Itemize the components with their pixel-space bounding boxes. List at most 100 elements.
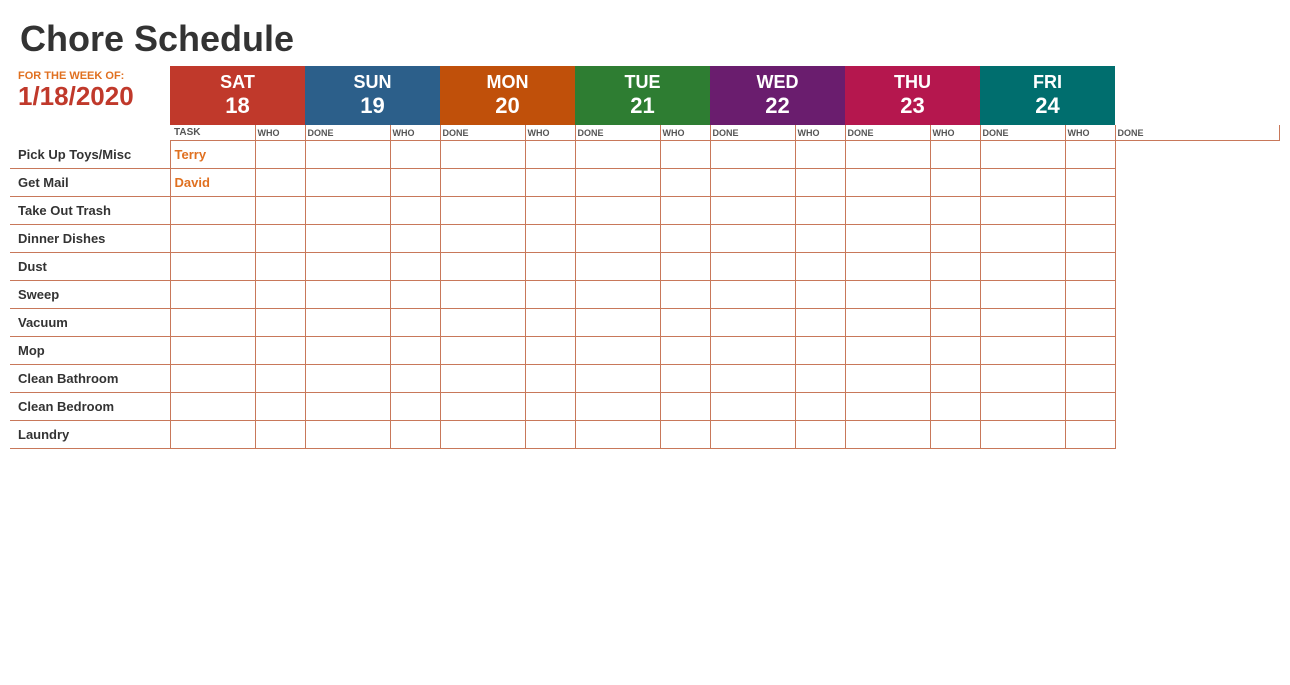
sun-who-cell[interactable] bbox=[305, 252, 390, 280]
wed-who-cell[interactable] bbox=[710, 252, 795, 280]
fri-who-cell[interactable] bbox=[980, 336, 1065, 364]
thu-who-cell[interactable] bbox=[845, 392, 930, 420]
sun-who-cell[interactable] bbox=[305, 224, 390, 252]
sat-who-cell[interactable] bbox=[170, 280, 255, 308]
mon-done-cell[interactable] bbox=[525, 364, 575, 392]
mon-done-cell[interactable] bbox=[525, 168, 575, 196]
sat-who-cell[interactable] bbox=[170, 252, 255, 280]
thu-done-cell[interactable] bbox=[930, 252, 980, 280]
wed-done-cell[interactable] bbox=[795, 141, 845, 169]
mon-done-cell[interactable] bbox=[525, 308, 575, 336]
sun-who-cell[interactable] bbox=[305, 196, 390, 224]
tue-who-cell[interactable] bbox=[575, 168, 660, 196]
wed-done-cell[interactable] bbox=[795, 280, 845, 308]
wed-done-cell[interactable] bbox=[795, 420, 845, 448]
tue-who-cell[interactable] bbox=[575, 364, 660, 392]
tue-who-cell[interactable] bbox=[575, 420, 660, 448]
sat-who-cell[interactable] bbox=[170, 420, 255, 448]
thu-done-cell[interactable] bbox=[930, 308, 980, 336]
mon-who-cell[interactable] bbox=[440, 336, 525, 364]
wed-who-cell[interactable] bbox=[710, 280, 795, 308]
mon-who-cell[interactable] bbox=[440, 224, 525, 252]
sun-done-cell[interactable] bbox=[390, 280, 440, 308]
tue-done-cell[interactable] bbox=[660, 336, 710, 364]
sun-done-cell[interactable] bbox=[390, 392, 440, 420]
thu-who-cell[interactable] bbox=[845, 224, 930, 252]
wed-done-cell[interactable] bbox=[795, 364, 845, 392]
thu-who-cell[interactable] bbox=[845, 196, 930, 224]
sat-who-cell[interactable] bbox=[170, 224, 255, 252]
sun-who-cell[interactable] bbox=[305, 280, 390, 308]
sat-done-cell[interactable] bbox=[255, 224, 305, 252]
sat-done-cell[interactable] bbox=[255, 308, 305, 336]
tue-who-cell[interactable] bbox=[575, 252, 660, 280]
sat-done-cell[interactable] bbox=[255, 420, 305, 448]
sat-who-cell[interactable] bbox=[170, 308, 255, 336]
sun-done-cell[interactable] bbox=[390, 308, 440, 336]
sat-done-cell[interactable] bbox=[255, 364, 305, 392]
thu-done-cell[interactable] bbox=[930, 224, 980, 252]
wed-done-cell[interactable] bbox=[795, 168, 845, 196]
mon-who-cell[interactable] bbox=[440, 196, 525, 224]
thu-who-cell[interactable] bbox=[845, 336, 930, 364]
fri-who-cell[interactable] bbox=[980, 141, 1065, 169]
thu-who-cell[interactable] bbox=[845, 308, 930, 336]
wed-who-cell[interactable] bbox=[710, 420, 795, 448]
sat-done-cell[interactable] bbox=[255, 141, 305, 169]
sun-done-cell[interactable] bbox=[390, 224, 440, 252]
tue-who-cell[interactable] bbox=[575, 392, 660, 420]
fri-done-cell[interactable] bbox=[1065, 280, 1115, 308]
mon-done-cell[interactable] bbox=[525, 420, 575, 448]
fri-who-cell[interactable] bbox=[980, 196, 1065, 224]
thu-who-cell[interactable] bbox=[845, 141, 930, 169]
sat-who-cell[interactable] bbox=[170, 196, 255, 224]
sun-done-cell[interactable] bbox=[390, 168, 440, 196]
mon-done-cell[interactable] bbox=[525, 280, 575, 308]
thu-done-cell[interactable] bbox=[930, 141, 980, 169]
thu-who-cell[interactable] bbox=[845, 280, 930, 308]
fri-done-cell[interactable] bbox=[1065, 141, 1115, 169]
mon-who-cell[interactable] bbox=[440, 392, 525, 420]
sat-done-cell[interactable] bbox=[255, 252, 305, 280]
sun-who-cell[interactable] bbox=[305, 364, 390, 392]
wed-who-cell[interactable] bbox=[710, 224, 795, 252]
sun-done-cell[interactable] bbox=[390, 252, 440, 280]
fri-done-cell[interactable] bbox=[1065, 224, 1115, 252]
thu-done-cell[interactable] bbox=[930, 196, 980, 224]
sun-done-cell[interactable] bbox=[390, 141, 440, 169]
mon-who-cell[interactable] bbox=[440, 141, 525, 169]
sat-done-cell[interactable] bbox=[255, 392, 305, 420]
fri-done-cell[interactable] bbox=[1065, 336, 1115, 364]
wed-done-cell[interactable] bbox=[795, 196, 845, 224]
sun-who-cell[interactable] bbox=[305, 141, 390, 169]
mon-done-cell[interactable] bbox=[525, 392, 575, 420]
sun-who-cell[interactable] bbox=[305, 336, 390, 364]
fri-who-cell[interactable] bbox=[980, 364, 1065, 392]
sun-done-cell[interactable] bbox=[390, 336, 440, 364]
thu-done-cell[interactable] bbox=[930, 392, 980, 420]
sat-done-cell[interactable] bbox=[255, 196, 305, 224]
tue-done-cell[interactable] bbox=[660, 168, 710, 196]
sat-who-cell[interactable] bbox=[170, 336, 255, 364]
tue-who-cell[interactable] bbox=[575, 336, 660, 364]
tue-who-cell[interactable] bbox=[575, 224, 660, 252]
sun-who-cell[interactable] bbox=[305, 392, 390, 420]
fri-who-cell[interactable] bbox=[980, 280, 1065, 308]
wed-who-cell[interactable] bbox=[710, 364, 795, 392]
fri-who-cell[interactable] bbox=[980, 168, 1065, 196]
tue-done-cell[interactable] bbox=[660, 308, 710, 336]
tue-who-cell[interactable] bbox=[575, 280, 660, 308]
wed-who-cell[interactable] bbox=[710, 308, 795, 336]
sun-who-cell[interactable] bbox=[305, 168, 390, 196]
wed-who-cell[interactable] bbox=[710, 336, 795, 364]
fri-done-cell[interactable] bbox=[1065, 168, 1115, 196]
thu-who-cell[interactable] bbox=[845, 252, 930, 280]
thu-done-cell[interactable] bbox=[930, 364, 980, 392]
mon-who-cell[interactable] bbox=[440, 252, 525, 280]
fri-done-cell[interactable] bbox=[1065, 252, 1115, 280]
fri-who-cell[interactable] bbox=[980, 392, 1065, 420]
tue-done-cell[interactable] bbox=[660, 392, 710, 420]
wed-done-cell[interactable] bbox=[795, 224, 845, 252]
wed-done-cell[interactable] bbox=[795, 336, 845, 364]
fri-who-cell[interactable] bbox=[980, 420, 1065, 448]
